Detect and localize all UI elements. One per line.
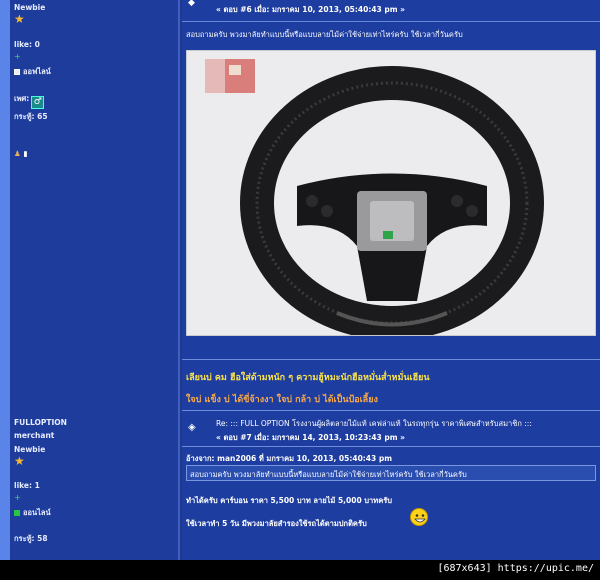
poster-sidebar: Newbie ★ like: 0 + ออฟไลน์ เพศ: ♂ กระทู้:… <box>10 0 180 560</box>
footer-bar: [687x643] https://upic.me/ <box>0 560 600 580</box>
post6-meta: « ตอบ #6 เมื่อ: มกราคม 10, 2013, 05:40:4… <box>216 5 406 14</box>
user1-gender: เพศ: ♂ <box>14 93 45 109</box>
post-content: ◆ « ตอบ #6 เมื่อ: มกราคม 10, 2013, 05:40… <box>182 0 600 560</box>
upic-footer[interactable]: [687x643] https://upic.me/ <box>437 563 594 574</box>
quote-box: สอบถามครับ พวงมาลัยทำแบบนี้หรือแบบลายไม้… <box>186 465 596 481</box>
online-icon <box>14 510 20 516</box>
rank-star-icon: ★ <box>14 454 25 468</box>
user2-status: ออนไลน์ <box>14 507 51 519</box>
steering-wheel-photo <box>186 50 596 336</box>
quote-body: สอบถามครับ พวงมาลัยทำแบบนี้หรือแบบลายไม้… <box>190 470 467 479</box>
post7-icon: ◈ <box>188 422 196 433</box>
post-icon: ◆ <box>188 0 195 8</box>
plus-icon[interactable]: + <box>14 52 21 61</box>
user2-role: merchant <box>14 431 55 440</box>
profile-icon[interactable]: ♟ <box>14 149 21 158</box>
reply-line-2: ใช้เวลาทำ 5 วัน มีพวงมาลัยสำรองใช้รถได้ต… <box>186 519 367 528</box>
signature-line-2: ใจบ่ แข็ง บ่ ได้ขี่จ้างงา ใจบ่ กล้า บ่ ไ… <box>186 395 378 405</box>
user1-profile-icons: ♟ ▮ <box>14 149 28 158</box>
post-separator <box>182 410 600 411</box>
quote-header[interactable]: อ้างจาก: man2006 ที่ มกราคม 10, 2013, 05… <box>186 453 392 465</box>
post6-body: สอบถามครับ พวงมาลัยทำแบบนี้หรือแบบลายไม้… <box>186 30 463 39</box>
user1-posts: กระทู้: 65 <box>14 112 48 121</box>
post6-header: ◆ « ตอบ #6 เมื่อ: มกราคม 10, 2013, 05:40… <box>182 0 600 22</box>
grin-emoji-icon <box>410 508 428 526</box>
user2-name[interactable]: FULLOPTION <box>14 418 67 427</box>
offline-icon <box>14 69 20 75</box>
forum-page: Newbie ★ like: 0 + ออฟไลน์ เพศ: ♂ กระทู้:… <box>0 0 600 580</box>
rank-star-icon: ★ <box>14 12 25 26</box>
plus-icon[interactable]: + <box>14 493 21 502</box>
user1-rank: Newbie <box>14 3 46 12</box>
left-border <box>0 0 10 560</box>
post7-meta: « ตอบ #7 เมื่อ: มกราคม 14, 2013, 10:23:4… <box>216 433 406 442</box>
signature-line-1: เลียนบ่ คม ฮือใส่ด้ามหนัก ๆ ความฮู้หมะนั… <box>186 373 430 383</box>
male-icon: ♂ <box>31 96 45 109</box>
message-icon[interactable]: ▮ <box>23 149 27 158</box>
user2-posts: กระทู้: 58 <box>14 534 48 543</box>
post7-header-separator <box>182 446 600 447</box>
user1-like: like: 0 <box>14 40 40 49</box>
user2-like: like: 1 <box>14 481 40 490</box>
post7-title[interactable]: Re: ::: FULL OPTION โรงงานผู้ผลิตลายไม้แ… <box>216 418 532 430</box>
user1-status: ออฟไลน์ <box>14 66 51 78</box>
user2-rank: Newbie <box>14 445 46 454</box>
signature-separator <box>182 359 600 360</box>
reply-line-1: ทำได้ครับ คาร์บอน ราคา 5,500 บาท ลายไม้ … <box>186 496 393 505</box>
